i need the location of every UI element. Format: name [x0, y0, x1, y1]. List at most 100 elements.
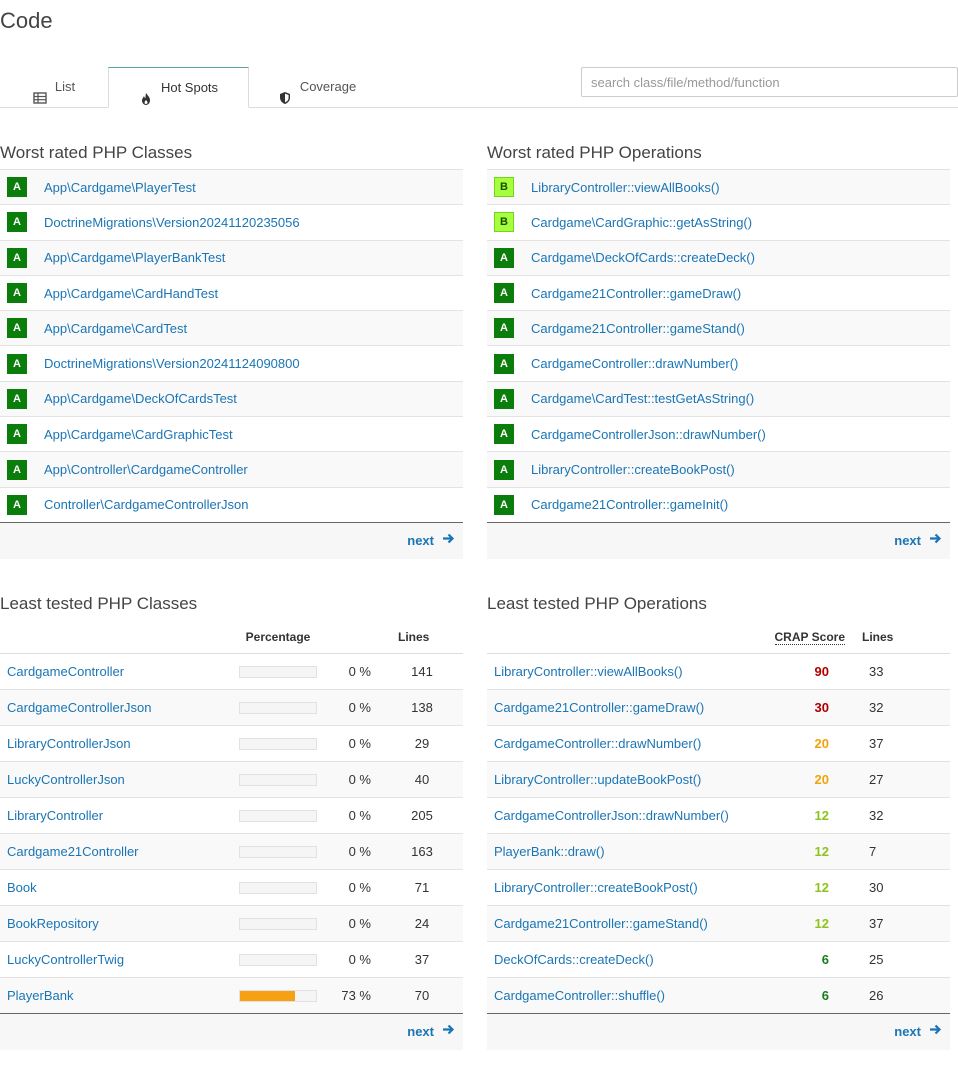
table-row: Book 0 % 71	[0, 869, 463, 906]
coverage-bar	[239, 773, 317, 786]
coverage-bar	[239, 917, 317, 930]
operation-link[interactable]: Cardgame21Controller::gameDraw()	[494, 700, 704, 715]
operation-link[interactable]: LibraryController::createBookPost()	[494, 880, 698, 895]
table-row: Cardgame21Controller::gameDraw() 30 32	[487, 689, 950, 726]
least-classes-table: Percentage Lines CardgameController 0 % 14…	[0, 620, 463, 1014]
class-link[interactable]: CardgameControllerJson	[7, 700, 152, 715]
crap-score: 12	[753, 905, 859, 942]
operation-link[interactable]: DeckOfCards::createDeck()	[494, 952, 654, 967]
tab-hot-spots[interactable]: Hot Spots	[108, 67, 249, 108]
grade-badge: A	[7, 212, 27, 233]
list-item: A CardgameController::drawNumber()	[487, 346, 950, 382]
operation-link[interactable]: CardgameControllerJson::drawNumber()	[494, 808, 729, 823]
class-link[interactable]: LuckyControllerJson	[7, 772, 125, 787]
grade-badge: A	[494, 353, 514, 374]
table-row: LibraryController 0 % 205	[0, 797, 463, 834]
item-link[interactable]: Controller\CardgameControllerJson	[44, 497, 248, 512]
coverage-percent: 0 %	[324, 869, 381, 906]
coverage-bar	[239, 989, 317, 1002]
list-item: B LibraryController::viewAllBooks()	[487, 170, 950, 206]
item-link[interactable]: DoctrineMigrations\Version20241124090800	[44, 356, 300, 371]
item-link[interactable]: App\Cardgame\CardHandTest	[44, 286, 218, 301]
item-link[interactable]: LibraryController::createBookPost()	[531, 462, 735, 477]
item-link[interactable]: LibraryController::viewAllBooks()	[531, 180, 720, 195]
lines-count: 70	[381, 977, 463, 1014]
item-link[interactable]: App\Cardgame\DeckOfCardsTest	[44, 391, 237, 406]
table-row: LibraryController::updateBookPost() 20 27	[487, 761, 950, 798]
arrow-right-icon	[442, 1013, 455, 1051]
item-link[interactable]: App\Controller\CardgameController	[44, 462, 248, 477]
item-link[interactable]: App\Cardgame\CardTest	[44, 321, 187, 336]
least-classes-next-button[interactable]: next	[407, 1014, 455, 1050]
grade-badge: A	[494, 459, 514, 480]
grade-badge: A	[494, 388, 514, 409]
grade-badge: A	[494, 283, 514, 304]
lines-count: 37	[381, 941, 463, 978]
operation-link[interactable]: LibraryController::updateBookPost()	[494, 772, 701, 787]
coverage-percent: 0 %	[324, 653, 381, 690]
item-link[interactable]: Cardgame21Controller::gameDraw()	[531, 286, 741, 301]
item-link[interactable]: Cardgame\CardGraphic::getAsString()	[531, 215, 752, 230]
worst-operations-panel: Worst rated PHP Operations B LibraryContr…	[487, 137, 950, 559]
lines-count: 32	[859, 797, 950, 834]
coverage-percent: 0 %	[324, 689, 381, 726]
worst-classes-next-button[interactable]: next	[407, 523, 455, 559]
list-item: A Cardgame21Controller::gameDraw()	[487, 276, 950, 312]
item-link[interactable]: App\Cardgame\PlayerTest	[44, 180, 196, 195]
class-link[interactable]: Cardgame21Controller	[7, 844, 139, 859]
table-row: CardgameController::shuffle() 6 26	[487, 977, 950, 1014]
lines-count: 71	[381, 869, 463, 906]
lines-count: 32	[859, 689, 950, 726]
class-link[interactable]: LibraryController	[7, 808, 103, 823]
class-link[interactable]: CardgameController	[7, 664, 124, 679]
class-link[interactable]: PlayerBank	[7, 988, 73, 1003]
grade-badge: A	[7, 459, 27, 480]
list-item: A App\Cardgame\PlayerTest	[0, 170, 463, 206]
operation-link[interactable]: LibraryController::viewAllBooks()	[494, 664, 683, 679]
lines-header: Lines	[381, 620, 463, 654]
percentage-header: Percentage	[232, 620, 324, 654]
lines-count: 141	[381, 653, 463, 690]
operation-link[interactable]: PlayerBank::draw()	[494, 844, 605, 859]
tab-coverage[interactable]: Coverage	[262, 67, 372, 107]
coverage-bar-fill	[240, 990, 296, 1001]
least-operations-next-button[interactable]: next	[894, 1014, 942, 1050]
table-row: PlayerBank 73 % 70	[0, 977, 463, 1014]
item-link[interactable]: Cardgame21Controller::gameInit()	[531, 497, 728, 512]
operation-link[interactable]: CardgameController::drawNumber()	[494, 736, 701, 751]
coverage-percent: 0 %	[324, 905, 381, 942]
class-link[interactable]: LibraryControllerJson	[7, 736, 131, 751]
crap-score: 30	[753, 689, 859, 726]
item-link[interactable]: Cardgame\CardTest::testGetAsString()	[531, 391, 754, 406]
lines-count: 163	[381, 833, 463, 870]
tab-list[interactable]: List	[0, 67, 108, 107]
tab-list-label: List	[54, 79, 76, 94]
list-item: A DoctrineMigrations\Version2024112409080…	[0, 346, 463, 382]
operation-link[interactable]: CardgameController::shuffle()	[494, 988, 665, 1003]
worst-operations-next-button[interactable]: next	[894, 523, 942, 559]
crap-score: 6	[753, 941, 859, 978]
item-link[interactable]: App\Cardgame\PlayerBankTest	[44, 250, 225, 265]
class-link[interactable]: Book	[7, 880, 37, 895]
item-link[interactable]: CardgameController::drawNumber()	[531, 356, 738, 371]
least-operations-table: CRAP Score Lines LibraryController::view…	[487, 620, 950, 1014]
item-link[interactable]: Cardgame21Controller::gameStand()	[531, 321, 745, 336]
item-link[interactable]: App\Cardgame\CardGraphicTest	[44, 427, 233, 442]
grade-badge: A	[494, 424, 514, 445]
worst-classes-list: A App\Cardgame\PlayerTest A DoctrineMigrati…	[0, 169, 463, 523]
list-item: A CardgameControllerJson::drawNumber()	[487, 417, 950, 453]
grade-badge: B	[494, 177, 514, 198]
list-item: A App\Controller\CardgameController	[0, 452, 463, 488]
item-link[interactable]: CardgameControllerJson::drawNumber()	[531, 427, 766, 442]
grade-badge: A	[7, 388, 27, 409]
class-link[interactable]: BookRepository	[7, 916, 99, 931]
search-input[interactable]	[581, 67, 958, 97]
item-link[interactable]: Cardgame\DeckOfCards::createDeck()	[531, 250, 755, 265]
item-link[interactable]: DoctrineMigrations\Version20241120235056	[44, 215, 300, 230]
least-operations-footer: next	[487, 1014, 950, 1050]
coverage-bar	[239, 737, 317, 750]
class-link[interactable]: LuckyControllerTwig	[7, 952, 124, 967]
least-operations-panel: Least tested PHP Operations CRAP Score L…	[487, 588, 950, 1050]
operation-link[interactable]: Cardgame21Controller::gameStand()	[494, 916, 708, 931]
lines-header: Lines	[859, 620, 950, 654]
